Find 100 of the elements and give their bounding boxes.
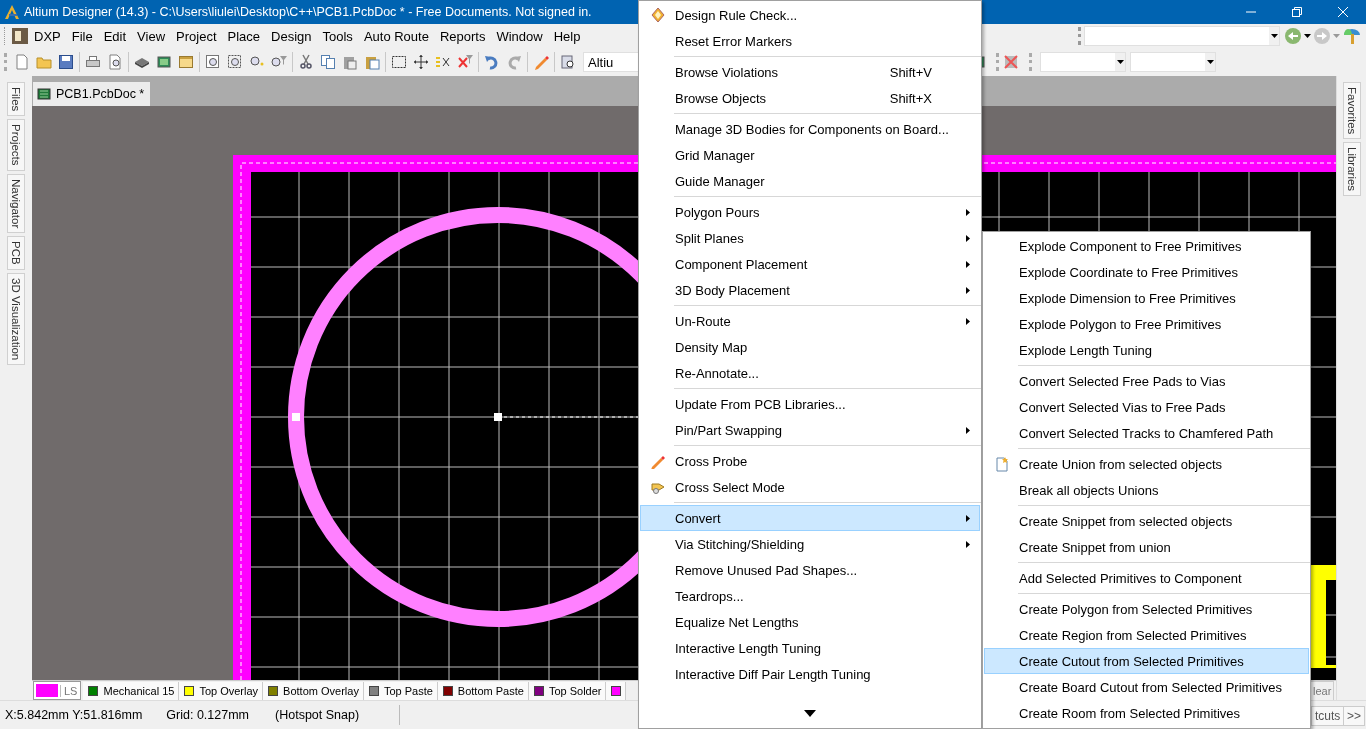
layer-tab[interactable]: Bottom Overlay xyxy=(263,681,364,700)
menu-item[interactable]: Auto Route xyxy=(358,26,435,46)
menu-item[interactable]: Create Snippet from union xyxy=(984,534,1309,560)
menu-item[interactable]: Browse Violations Shift+V xyxy=(640,59,980,85)
menu-item[interactable]: Convert Selected Free Pads to Vias xyxy=(984,368,1309,394)
move-arrows-icon[interactable] xyxy=(413,54,429,70)
panel-tab[interactable]: PCB xyxy=(7,236,25,270)
panel-tab[interactable]: Files xyxy=(7,82,25,117)
panel-tab[interactable]: Libraries xyxy=(1342,142,1361,197)
panel-tab[interactable]: Projects xyxy=(7,119,25,171)
menu-item[interactable]: Interactive Diff Pair Length Tuning xyxy=(640,661,980,687)
dxp-logo-icon[interactable] xyxy=(11,27,29,45)
menu-item[interactable]: Tools xyxy=(317,26,359,46)
circuit-board-icon[interactable] xyxy=(156,54,172,70)
layer-tab[interactable]: Top Overlay xyxy=(179,681,264,700)
menu-item[interactable]: Update From PCB Libraries... xyxy=(640,391,980,417)
menu-item[interactable]: Create Snippet from selected objects xyxy=(984,508,1309,534)
menu-item[interactable]: Explode Component to Free Primitives xyxy=(984,233,1309,259)
menu-item[interactable]: Grid Manager xyxy=(640,142,980,168)
zoom-area-icon[interactable] xyxy=(227,54,243,70)
menu-item[interactable]: Via Stitching/Shielding xyxy=(640,531,980,557)
page-magnifier-icon[interactable] xyxy=(107,54,123,70)
menu-item[interactable]: Place xyxy=(222,26,267,46)
document-tab[interactable]: PCB1.PcbDoc * xyxy=(33,82,151,106)
copy-icon[interactable] xyxy=(320,54,336,70)
deselect-icon[interactable] xyxy=(435,54,451,70)
panel-tab[interactable]: Favorites xyxy=(1342,82,1361,140)
zoom-page-icon[interactable] xyxy=(205,54,221,70)
selection-handle[interactable] xyxy=(292,413,300,421)
menu-item[interactable]: Convert Selected Vias to Free Pads xyxy=(984,394,1309,420)
menu-item[interactable]: Create Board Cutout from Selected Primitives xyxy=(984,674,1309,700)
clear-filter-icon[interactable] xyxy=(457,54,473,70)
menu-item[interactable]: Project xyxy=(171,26,223,46)
menu-item[interactable]: View xyxy=(132,26,172,46)
layer-tab[interactable]: Mechanical 15 xyxy=(83,681,180,700)
menu-item[interactable]: Explode Dimension to Free Primitives xyxy=(984,285,1309,311)
selection-rectangle-icon[interactable] xyxy=(391,54,407,70)
menu-item[interactable]: Manage 3D Bodies for Components on Board... xyxy=(640,116,980,142)
menu-item[interactable]: DXP xyxy=(29,26,67,46)
pencil-icon[interactable] xyxy=(533,54,549,70)
layer-tab[interactable]: Top Solder xyxy=(528,681,607,700)
menu-item[interactable]: Edit xyxy=(98,26,133,46)
menu-item[interactable]: Design xyxy=(266,26,318,46)
menu-item[interactable]: Guide Manager xyxy=(640,168,980,194)
undo-icon[interactable] xyxy=(484,54,500,70)
layer-tab[interactable]: Bottom Paste xyxy=(437,681,529,700)
menu-item[interactable]: Create Room from Selected Primitives xyxy=(984,700,1309,726)
blank-page-icon[interactable] xyxy=(14,54,30,70)
menu-item[interactable]: Density Map xyxy=(640,334,980,360)
panel-tab[interactable]: Navigator xyxy=(7,173,25,234)
menu-item[interactable]: Polygon Pours xyxy=(640,199,980,225)
menu-item[interactable]: Reset Error Markers xyxy=(640,28,980,54)
paste-special-icon[interactable] xyxy=(364,54,380,70)
panel-tab[interactable]: 3D Visualization xyxy=(7,272,25,365)
menu-item[interactable]: Cross Select Mode xyxy=(640,474,980,500)
selection-handle[interactable] xyxy=(494,413,502,421)
scissors-icon[interactable] xyxy=(298,54,314,70)
menu-item[interactable]: 3D Body Placement xyxy=(640,277,980,303)
expand-button[interactable]: >> xyxy=(1343,706,1365,726)
menu-item[interactable]: Explode Length Tuning xyxy=(984,337,1309,363)
printer-icon[interactable] xyxy=(85,54,101,70)
menu-item[interactable]: Teardrops... xyxy=(640,583,980,609)
clear-filter-icon[interactable] xyxy=(1003,54,1019,70)
menu-item[interactable]: Un-Route xyxy=(640,308,980,334)
dropdown-caret-icon[interactable] xyxy=(1304,34,1311,38)
scroll-down-icon[interactable] xyxy=(804,710,816,717)
clear-button[interactable]: lear xyxy=(1310,681,1335,701)
menu-item[interactable]: Remove Unused Pad Shapes... xyxy=(640,557,980,583)
shortcuts-button[interactable]: tcuts xyxy=(1311,706,1345,726)
menu-item[interactable]: Convert xyxy=(640,505,980,531)
menu-item[interactable]: Help xyxy=(548,26,587,46)
browse-icon[interactable] xyxy=(560,54,576,70)
menu-item[interactable]: Split Planes xyxy=(640,225,980,251)
menu-item[interactable]: Cross Probe xyxy=(640,448,980,474)
menu-item[interactable]: Pin/Part Swapping xyxy=(640,417,980,443)
menu-item[interactable]: Window xyxy=(491,26,549,46)
menu-item[interactable]: Component Placement xyxy=(640,251,980,277)
clipboard-icon[interactable] xyxy=(342,54,358,70)
menu-item[interactable]: Explode Coordinate to Free Primitives xyxy=(984,259,1309,285)
menu-item[interactable]: Explode Polygon to Free Primitives xyxy=(984,311,1309,337)
menu-item[interactable]: Browse Objects Shift+X xyxy=(640,85,980,111)
magnifier-filter-icon[interactable] xyxy=(271,54,287,70)
folder-icon[interactable] xyxy=(36,54,52,70)
menu-item[interactable]: Add Selected Primitives to Component xyxy=(984,565,1309,591)
menu-item[interactable]: Interactive Length Tuning xyxy=(640,635,980,661)
menu-item[interactable]: Design Rule Check... xyxy=(640,2,980,28)
home-umbrella-icon[interactable] xyxy=(1342,27,1362,45)
menu-item[interactable]: Break all objects Unions xyxy=(984,477,1309,503)
menu-item[interactable]: Equalize Net Lengths xyxy=(640,609,980,635)
menu-item[interactable]: File xyxy=(66,26,99,46)
menu-item[interactable]: Create Cutout from Selected Primitives xyxy=(984,648,1309,674)
menu-item[interactable]: Create Region from Selected Primitives xyxy=(984,622,1309,648)
current-layer-indicator[interactable]: LS xyxy=(33,681,82,700)
layer-tab[interactable]: Top Paste xyxy=(363,681,438,700)
menu-item[interactable]: Convert Selected Tracks to Chamfered Path xyxy=(984,420,1309,446)
menu-item[interactable]: Create Polygon from Selected Primitives xyxy=(984,596,1309,622)
menu-item[interactable]: Reports xyxy=(434,26,492,46)
window-icon[interactable] xyxy=(178,54,194,70)
layer-tab[interactable] xyxy=(606,681,627,700)
menu-item[interactable]: Re-Annotate... xyxy=(640,360,980,386)
